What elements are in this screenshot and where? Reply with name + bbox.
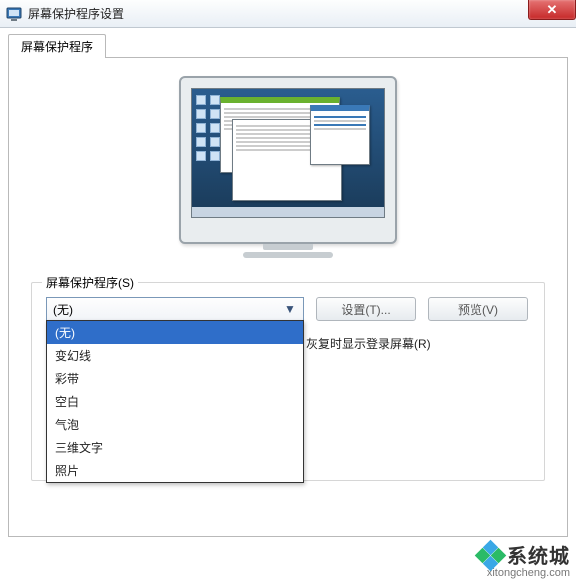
screensaver-option[interactable]: 照片 (47, 459, 303, 482)
settings-button[interactable]: 设置(T)... (316, 297, 416, 321)
window-body: 屏幕保护程序 屏幕保护程 (0, 28, 576, 545)
watermark-brand: 系统城 (507, 540, 570, 569)
screensaver-option[interactable]: 变幻线 (47, 344, 303, 367)
watermark-logo-icon (477, 542, 503, 568)
window-title: 屏幕保护程序设置 (28, 5, 124, 22)
close-button[interactable]: ✕ (528, 0, 576, 20)
app-icon (6, 6, 22, 22)
titlebar: 屏幕保护程序设置 ✕ (0, 0, 576, 28)
screensaver-option[interactable]: 三维文字 (47, 436, 303, 459)
preview-screen (191, 88, 385, 218)
screensaver-combo[interactable]: (无) ▼ (46, 297, 304, 321)
screensaver-option[interactable]: 空白 (47, 390, 303, 413)
tab-screensaver[interactable]: 屏幕保护程序 (8, 34, 106, 58)
screensaver-option[interactable]: 彩带 (47, 367, 303, 390)
screensaver-option[interactable]: (无) (47, 321, 303, 344)
screensaver-option[interactable]: 气泡 (47, 413, 303, 436)
tab-strip: 屏幕保护程序 (8, 34, 568, 58)
chevron-down-icon: ▼ (281, 300, 299, 318)
tab-panel: 屏幕保护程序(S) (无) ▼ (无) 变幻线 彩带 空白 气泡 三维文字 照片 (8, 57, 568, 537)
monitor-preview (29, 76, 547, 254)
watermark: 系统城 xitongcheng.com (477, 540, 570, 579)
combo-selected-text: (无) (53, 301, 73, 318)
group-label: 屏幕保护程序(S) (42, 274, 138, 291)
screensaver-dropdown: (无) 变幻线 彩带 空白 气泡 三维文字 照片 (46, 320, 304, 483)
screensaver-group: 屏幕保护程序(S) (无) ▼ (无) 变幻线 彩带 空白 气泡 三维文字 照片 (31, 282, 545, 481)
preview-button[interactable]: 预览(V) (428, 297, 528, 321)
close-icon: ✕ (547, 2, 558, 18)
